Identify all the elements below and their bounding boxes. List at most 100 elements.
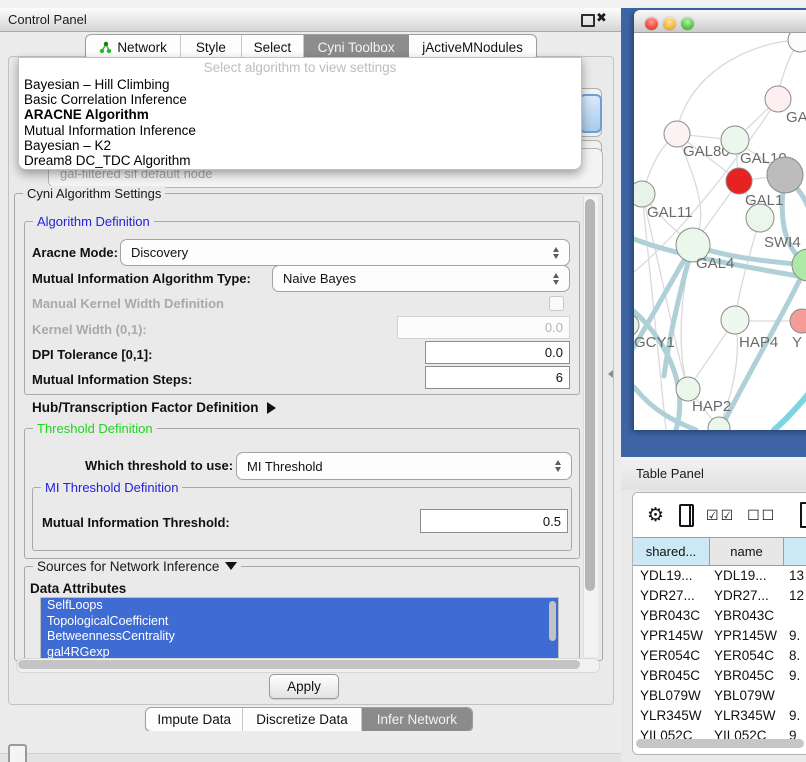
network-canvas[interactable]: GALGAL80GAL10GAL1GAL11SWI4GAL4GCY1HAP4YH… xyxy=(634,32,806,430)
column-header-name[interactable]: name xyxy=(710,538,784,565)
close-traffic-light-icon[interactable] xyxy=(645,17,658,30)
network-node[interactable] xyxy=(767,157,803,193)
network-node[interactable] xyxy=(788,32,806,52)
network-node-label: HAP4 xyxy=(739,334,778,351)
network-node-label: GAL4 xyxy=(696,255,734,272)
network-edge[interactable] xyxy=(774,392,806,430)
network-node[interactable] xyxy=(726,168,752,194)
collapsed-panel-icon[interactable] xyxy=(8,744,27,762)
split-columns-icon[interactable] xyxy=(679,504,694,527)
aracne-mode-combo[interactable]: Discovery xyxy=(120,239,570,266)
sources-group-title[interactable]: Sources for Network Inference xyxy=(33,559,241,574)
manual-kernel-width-label: Manual Kernel Width Definition xyxy=(32,296,224,311)
algorithm-option[interactable]: ARACNE Algorithm xyxy=(19,107,581,122)
table-row[interactable]: YBR043CYBR043C xyxy=(633,605,806,625)
aracne-mode-label: Aracne Mode: xyxy=(32,245,118,260)
which-threshold-combo[interactable]: MI Threshold xyxy=(236,452,572,480)
dpi-tolerance-field[interactable]: 0.0 xyxy=(425,341,570,364)
table-cell: YPR145W xyxy=(633,628,710,643)
table-cell: YBR045C xyxy=(633,668,710,683)
network-node[interactable] xyxy=(790,309,806,333)
network-edge[interactable] xyxy=(677,41,800,130)
unchecked-boxes-icon[interactable]: ☐☐ xyxy=(747,507,776,524)
table-row[interactable]: YLR345WYLR345W9. xyxy=(633,705,806,725)
panel-divider-collapse-icon[interactable] xyxy=(608,370,613,378)
control-panel-title: Control Panel xyxy=(8,12,87,27)
network-node-label: GCY1 xyxy=(634,334,675,351)
apply-button[interactable]: Apply xyxy=(269,674,339,699)
gear-icon[interactable]: ⚙ xyxy=(647,504,664,527)
mi-threshold-label: Mutual Information Threshold: xyxy=(42,515,230,530)
table-hscroll-thumb[interactable] xyxy=(636,739,804,748)
data-attributes-list[interactable]: SelfLoopsTopologicalCoefficientBetweenne… xyxy=(40,597,559,661)
data-attribute-item[interactable]: BetweennessCentrality xyxy=(41,629,558,645)
table-row[interactable]: YDR27...YDR27...12 xyxy=(633,585,806,605)
mi-threshold-group-title: MI Threshold Definition xyxy=(41,480,182,495)
mi-threshold-field[interactable]: 0.5 xyxy=(420,509,568,533)
algorithm-option[interactable]: Mutual Information Inference xyxy=(19,123,581,138)
algorithm-option[interactable]: Bayesian – K2 xyxy=(19,138,581,153)
column-header-shared[interactable]: shared... xyxy=(633,538,710,565)
column-header-clipped[interactable] xyxy=(784,538,806,565)
checked-boxes-icon[interactable]: ☑☑ xyxy=(706,507,735,524)
algorithm-combo-stepper-fragment[interactable] xyxy=(579,94,602,133)
settings-vscroll-thumb[interactable] xyxy=(585,199,595,591)
node-table-body: YDL19...YDL19...13YDR27...YDR27...12YBR0… xyxy=(633,565,806,745)
network-node[interactable] xyxy=(721,306,749,334)
combo-stepper-icon xyxy=(547,247,569,259)
table-cell: YDL19... xyxy=(710,568,784,583)
table-cell: YBL079W xyxy=(633,688,710,703)
network-canvas-svg: GALGAL80GAL10GAL1GAL11SWI4GAL4GCY1HAP4YH… xyxy=(634,32,806,430)
mi-algorithm-type-label: Mutual Information Algorithm Type: xyxy=(32,271,251,286)
table-cell: 9. xyxy=(784,668,806,683)
kernel-width-field[interactable]: 0.0 xyxy=(397,316,570,339)
table-cell: YER054C xyxy=(710,648,784,663)
zoom-traffic-light-icon[interactable] xyxy=(681,17,694,30)
table-cell: YER054C xyxy=(633,648,710,663)
algorithm-definition-title: Algorithm Definition xyxy=(33,214,154,229)
document-icon[interactable] xyxy=(800,502,806,528)
tab-impute-data[interactable]: Impute Data xyxy=(146,708,243,731)
table-row[interactable]: YER054CYER054C8. xyxy=(633,645,806,665)
mi-steps-field[interactable]: 6 xyxy=(425,366,570,389)
mi-algorithm-type-combo[interactable]: Naive Bayes xyxy=(272,265,570,292)
algorithm-option[interactable]: Basic Correlation Inference xyxy=(19,92,581,107)
mi-steps-label: Mutual Information Steps: xyxy=(32,372,192,387)
table-cell: YLR345W xyxy=(633,708,710,723)
table-cell: YLR345W xyxy=(710,708,784,723)
table-cell: YDR27... xyxy=(710,588,784,603)
manual-kernel-width-checkbox[interactable] xyxy=(549,296,564,311)
control-panel-titlebar xyxy=(0,8,621,32)
settings-hscroll-thumb[interactable] xyxy=(18,660,580,669)
tab-network-label: Network xyxy=(117,40,167,55)
table-row[interactable]: YBL079WYBL079W xyxy=(633,685,806,705)
network-window-titlebar[interactable] xyxy=(634,10,806,33)
network-node-label: HAP2 xyxy=(692,398,731,415)
combo-stepper-icon xyxy=(549,460,571,472)
data-attribute-item[interactable]: SelfLoops xyxy=(41,598,558,614)
table-cell: YDR27... xyxy=(633,588,710,603)
table-toolbar: ⚙ ☑☑ ☐☐ xyxy=(633,493,806,537)
network-node[interactable] xyxy=(746,204,774,232)
algorithm-option[interactable]: Dream8 DC_TDC Algorithm xyxy=(19,153,581,168)
hub-definition-toggle[interactable]: Hub/Transcription Factor Definition xyxy=(32,400,276,415)
table-cell: 8. xyxy=(784,648,806,663)
table-cell: 12 xyxy=(784,588,806,603)
tab-discretize-data[interactable]: Discretize Data xyxy=(243,708,361,731)
app-window: Control Panel ✖ Network Style Select Cyn… xyxy=(0,0,806,762)
data-attributes-items: SelfLoopsTopologicalCoefficientBetweenne… xyxy=(41,598,558,660)
dpi-tolerance-label: DPI Tolerance [0,1]: xyxy=(32,347,152,362)
table-row[interactable]: YPR145WYPR145W9. xyxy=(633,625,806,645)
cyni-settings-title: Cyni Algorithm Settings xyxy=(23,186,165,201)
table-row[interactable]: YDL19...YDL19...13 xyxy=(633,565,806,585)
data-attribute-item[interactable]: TopologicalCoefficient xyxy=(41,614,558,630)
algorithm-option[interactable]: Bayesian – Hill Climbing xyxy=(19,77,581,92)
table-row[interactable]: YBR045CYBR045C9. xyxy=(633,665,806,685)
float-window-icon[interactable] xyxy=(581,14,595,27)
close-icon[interactable]: ✖ xyxy=(596,10,607,26)
minimize-traffic-light-icon[interactable] xyxy=(663,17,676,30)
attribute-list-scrollbar[interactable] xyxy=(549,601,556,641)
tab-infer-network[interactable]: Infer Network xyxy=(362,708,472,731)
table-cell: YBR043C xyxy=(633,608,710,623)
collapse-down-icon xyxy=(225,562,237,570)
